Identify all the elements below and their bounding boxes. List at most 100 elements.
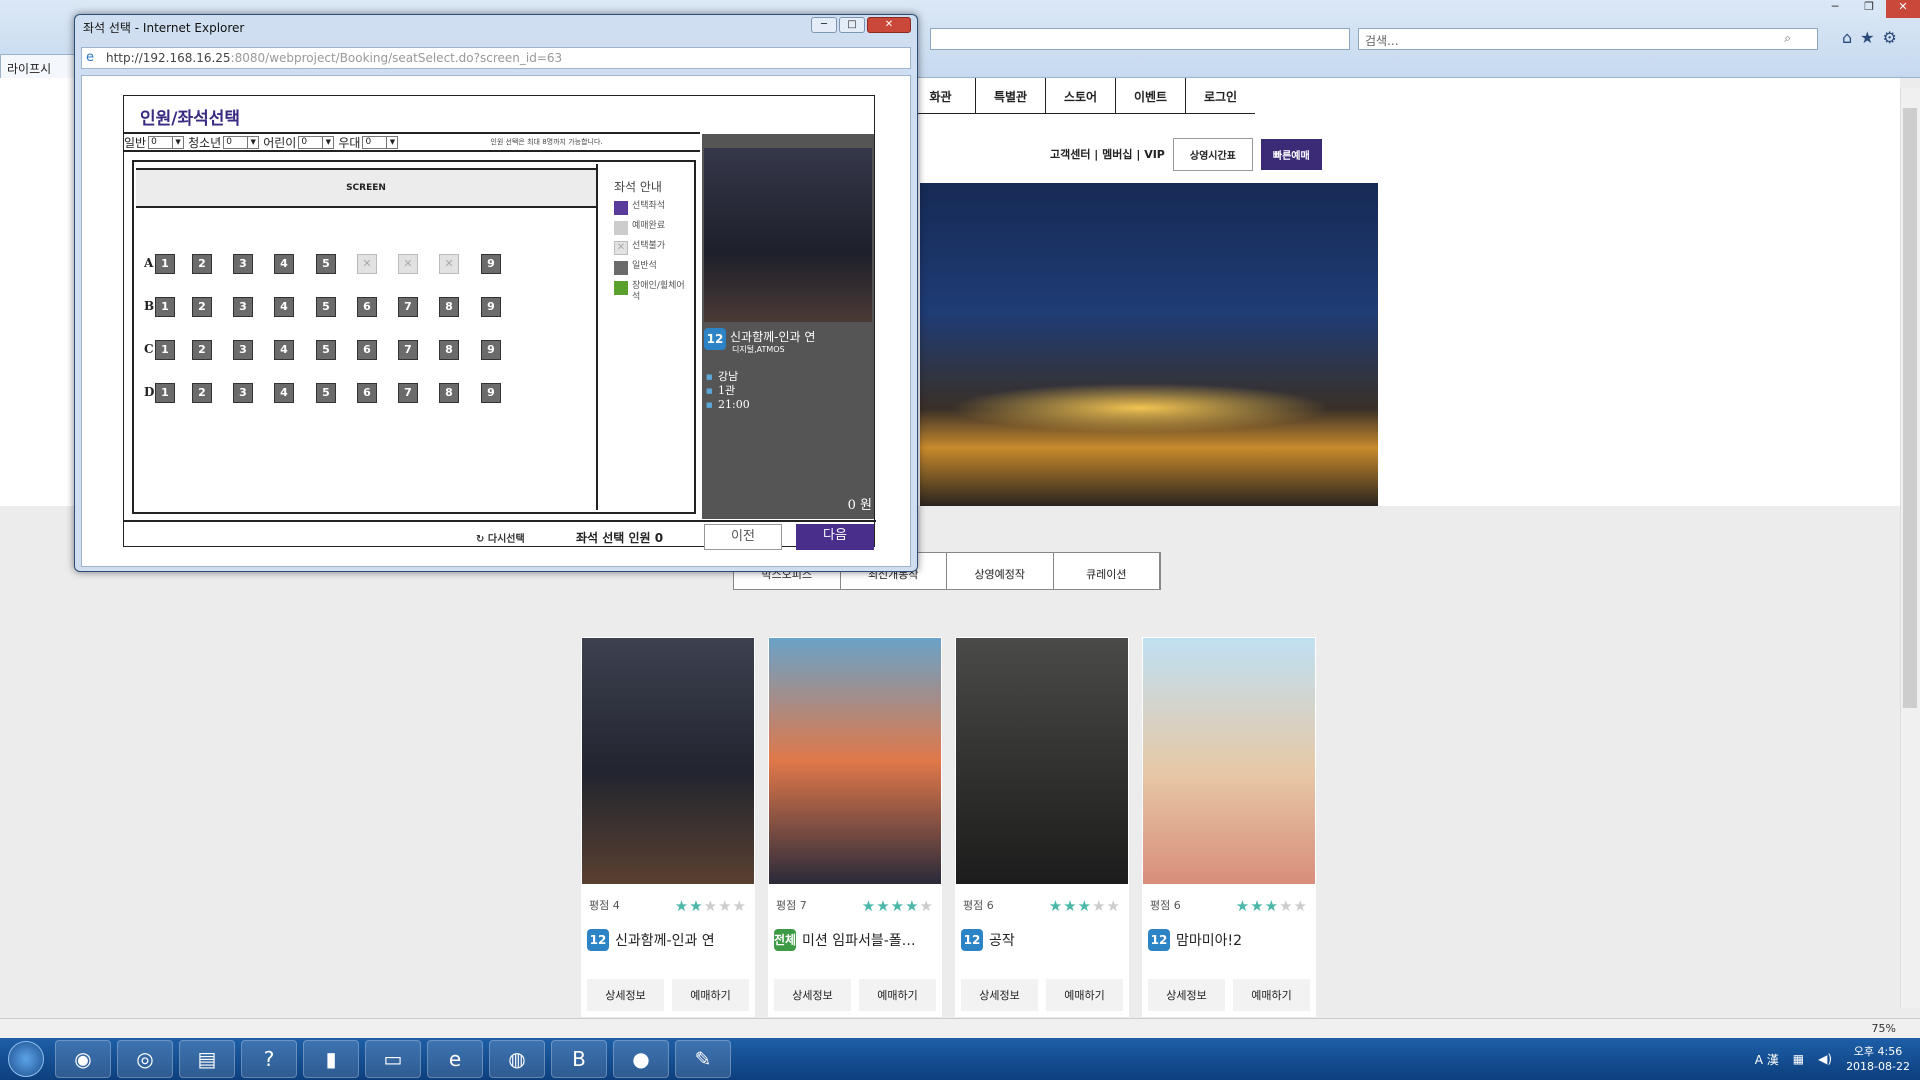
seat[interactable]: 7 bbox=[398, 383, 418, 403]
seat[interactable]: 5 bbox=[316, 383, 336, 403]
seat[interactable]: 9 bbox=[481, 383, 501, 403]
book-button[interactable]: 예매하기 bbox=[1233, 979, 1310, 1011]
book-button[interactable]: 예매하기 bbox=[1046, 979, 1123, 1011]
paint-icon[interactable]: ✎ bbox=[675, 1040, 731, 1078]
seat[interactable]: 4 bbox=[274, 297, 294, 317]
zoom-level[interactable]: 75% bbox=[1872, 1022, 1896, 1035]
seat[interactable]: 3 bbox=[233, 297, 253, 317]
favorites-star-icon[interactable]: ★ bbox=[1860, 28, 1874, 50]
movie-poster[interactable] bbox=[582, 638, 754, 884]
tab-curation[interactable]: 큐레이션 bbox=[1054, 553, 1160, 589]
seat[interactable]: 8 bbox=[439, 340, 459, 360]
seat[interactable]: 9 bbox=[481, 254, 501, 274]
detail-button[interactable]: 상세정보 bbox=[961, 979, 1038, 1011]
seat[interactable]: 9 bbox=[481, 297, 501, 317]
chrome-icon[interactable]: ◎ bbox=[117, 1040, 173, 1078]
ime-icon[interactable]: A 漢 bbox=[1755, 1051, 1779, 1068]
schedule-button[interactable]: 상영시간표 bbox=[1172, 137, 1253, 171]
seat[interactable]: 6 bbox=[357, 340, 377, 360]
child-count-select[interactable]: 0 ▼ bbox=[298, 135, 335, 149]
seat[interactable]: 2 bbox=[192, 340, 212, 360]
network-icon[interactable]: ▦ bbox=[1793, 1052, 1804, 1066]
help-icon[interactable]: ? bbox=[241, 1040, 297, 1078]
seat[interactable]: 3 bbox=[233, 383, 253, 403]
minimize-button[interactable]: ─ bbox=[1818, 0, 1852, 18]
seat[interactable]: 7 bbox=[398, 297, 418, 317]
detail-button[interactable]: 상세정보 bbox=[1148, 979, 1225, 1011]
notes-icon[interactable]: ▭ bbox=[365, 1040, 421, 1078]
book-button[interactable]: 예매하기 bbox=[672, 979, 749, 1011]
seat[interactable]: 6 bbox=[357, 383, 377, 403]
kakao-icon[interactable]: ● bbox=[613, 1040, 669, 1078]
close-button[interactable]: ✕ bbox=[867, 17, 911, 33]
movie-title[interactable]: 공작 bbox=[989, 930, 1015, 950]
prev-button[interactable]: 이전 bbox=[704, 524, 782, 550]
seat[interactable]: 3 bbox=[233, 254, 253, 274]
seat[interactable]: 3 bbox=[233, 340, 253, 360]
seat[interactable]: 8 bbox=[439, 297, 459, 317]
detail-button[interactable]: 상세정보 bbox=[774, 979, 851, 1011]
reselect-button[interactable]: ↻ 다시선택 bbox=[476, 530, 525, 545]
minimize-button[interactable]: ─ bbox=[811, 17, 837, 33]
search-icon[interactable]: ⌕ bbox=[1784, 31, 1791, 46]
seat[interactable]: 6 bbox=[357, 297, 377, 317]
hero-banner-image[interactable] bbox=[920, 183, 1378, 506]
nav-item[interactable]: 특별관 bbox=[975, 78, 1045, 113]
seat[interactable]: 4 bbox=[274, 254, 294, 274]
browser-tab[interactable]: 라이프시 bbox=[0, 54, 76, 78]
tab-upcoming[interactable]: 상영예정작 bbox=[947, 553, 1054, 589]
adult-count-select[interactable]: 0 ▼ bbox=[148, 135, 185, 149]
seat[interactable]: 8 bbox=[439, 383, 459, 403]
ie-page-icon: e bbox=[86, 50, 94, 65]
main-address-bar[interactable] bbox=[930, 28, 1350, 50]
seat[interactable]: 2 bbox=[192, 383, 212, 403]
seat[interactable]: 7 bbox=[398, 340, 418, 360]
main-search-box[interactable]: 검색... ⌕ bbox=[1358, 28, 1818, 50]
home-icon[interactable]: ⌂ bbox=[1842, 28, 1852, 50]
scrollbar-thumb[interactable] bbox=[1903, 108, 1917, 708]
movie-poster[interactable] bbox=[956, 638, 1128, 884]
nav-item[interactable]: 이벤트 bbox=[1115, 78, 1185, 113]
refresh-icon: ↻ bbox=[476, 534, 488, 545]
settings-gear-icon[interactable]: ⚙ bbox=[1883, 28, 1897, 50]
app-icon[interactable]: ◍ bbox=[489, 1040, 545, 1078]
close-button[interactable]: ✕ bbox=[1886, 0, 1920, 18]
movie-poster[interactable] bbox=[1143, 638, 1315, 884]
nav-item[interactable]: 로그인 bbox=[1185, 78, 1255, 113]
next-button[interactable]: 다음 bbox=[796, 524, 874, 550]
eclipse-icon[interactable]: ◉ bbox=[55, 1040, 111, 1078]
restore-button[interactable]: ❐ bbox=[1852, 0, 1886, 18]
seat[interactable]: 4 bbox=[274, 383, 294, 403]
seat[interactable]: 1 bbox=[155, 340, 175, 360]
movie-poster[interactable] bbox=[769, 638, 941, 884]
seat[interactable]: 1 bbox=[155, 254, 175, 274]
fast-booking-button[interactable]: 빠른예매 bbox=[1260, 138, 1322, 170]
address-bar[interactable]: e http://192.168.16.25:8080/webproject/B… bbox=[81, 47, 911, 69]
book-button[interactable]: 예매하기 bbox=[859, 979, 936, 1011]
seat[interactable]: 5 bbox=[316, 297, 336, 317]
word-icon[interactable]: B bbox=[551, 1040, 607, 1078]
seat[interactable]: 2 bbox=[192, 297, 212, 317]
seat[interactable]: 1 bbox=[155, 297, 175, 317]
nav-item[interactable]: 스토어 bbox=[1045, 78, 1115, 113]
seat[interactable]: 5 bbox=[316, 340, 336, 360]
subnav-links[interactable]: 고객센터 | 멤버십 | VIP bbox=[1050, 146, 1165, 162]
maximize-button[interactable]: □ bbox=[839, 17, 865, 33]
seat[interactable]: 2 bbox=[192, 254, 212, 274]
youth-count-select[interactable]: 0 ▼ bbox=[223, 135, 260, 149]
folder-icon[interactable]: ▤ bbox=[179, 1040, 235, 1078]
detail-button[interactable]: 상세정보 bbox=[587, 979, 664, 1011]
ie-icon[interactable]: e bbox=[427, 1040, 483, 1078]
seat[interactable]: 4 bbox=[274, 340, 294, 360]
movie-title[interactable]: 맘마미아!2 bbox=[1176, 930, 1242, 950]
seat[interactable]: 9 bbox=[481, 340, 501, 360]
seat[interactable]: 5 bbox=[316, 254, 336, 274]
movie-title[interactable]: 신과함께-인과 연 bbox=[615, 930, 715, 950]
clock[interactable]: 오후 4:56 2018-08-22 bbox=[1846, 1044, 1910, 1074]
seat[interactable]: 1 bbox=[155, 383, 175, 403]
volume-icon[interactable]: ◀) bbox=[1818, 1052, 1832, 1066]
office-icon[interactable]: ▮ bbox=[303, 1040, 359, 1078]
movie-title[interactable]: 미션 임파서블-폴… bbox=[802, 930, 916, 950]
senior-count-select[interactable]: 0 ▼ bbox=[362, 135, 399, 149]
start-button[interactable] bbox=[0, 1038, 52, 1080]
